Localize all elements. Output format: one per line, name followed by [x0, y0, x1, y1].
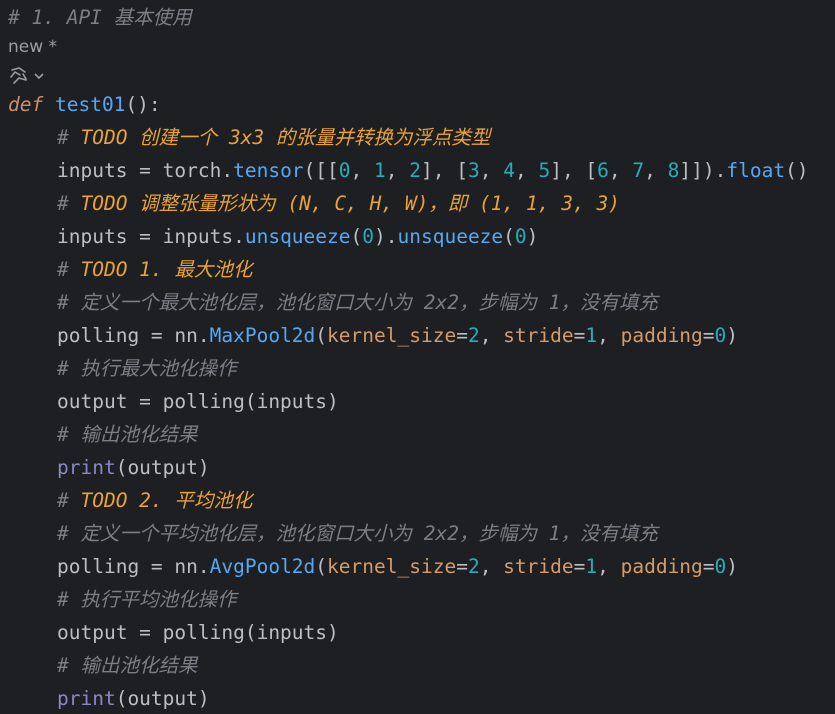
comment-line: # TODO 2. 平均池化: [57, 489, 253, 512]
chevron-down-icon: [34, 73, 44, 80]
header-comment: # 1. API 基本使用: [8, 6, 192, 29]
code-line: output = polling(inputs): [57, 390, 339, 413]
comment-line: # 输出池化结果: [57, 423, 198, 446]
ai-assistant-icon-glyph: [10, 67, 27, 84]
code-line: polling = nn.AvgPool2d(kernel_size=2, st…: [57, 555, 739, 578]
cell-label: new *: [8, 37, 58, 57]
code-line: inputs = inputs.unsqueeze(0).unsqueeze(0…: [57, 225, 539, 248]
code-line: output = polling(inputs): [57, 621, 339, 644]
comment-line: # 定义一个平均池化层，池化窗口大小为 2x2，步幅为 1，没有填充: [57, 522, 658, 545]
comment-line: # TODO 创建一个 3x3 的张量并转换为浮点类型: [57, 126, 491, 149]
def-line: def test01():: [8, 88, 161, 121]
comment-line: # 输出池化结果: [57, 654, 198, 677]
comment-line: # 执行平均池化操作: [57, 588, 237, 611]
comment-line: # TODO 调整张量形状为 (N, C, H, W)，即 (1, 1, 3, …: [57, 192, 620, 215]
comment-line: # 定义一个最大池化层，池化窗口大小为 2x2，步幅为 1，没有填充: [57, 291, 658, 314]
function-signature-tail: ():: [125, 93, 161, 116]
comment-line: # 执行最大池化操作: [57, 357, 237, 380]
function-name: test01: [54, 93, 126, 116]
ai-assistant-icon[interactable]: [8, 64, 48, 88]
code-line: inputs = torch.tensor([[0, 1, 2], [3, 4,…: [57, 159, 809, 182]
comment-line: # TODO 1. 最大池化: [57, 258, 253, 281]
code-editor[interactable]: # 1. API 基本使用 new * def test01(): # TODO…: [0, 0, 835, 714]
code-line: polling = nn.MaxPool2d(kernel_size=2, st…: [57, 324, 739, 347]
def-keyword: def: [8, 93, 44, 116]
code-line: print(output): [57, 456, 210, 479]
code-line: print(output): [57, 687, 210, 710]
